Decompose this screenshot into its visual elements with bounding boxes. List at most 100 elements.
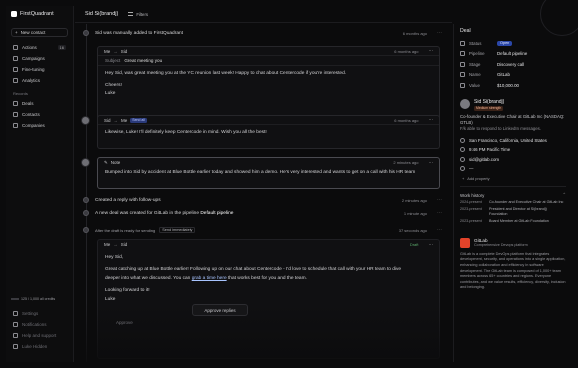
add-property-button[interactable]: + Add property bbox=[460, 174, 566, 184]
sidebar-item-help[interactable]: Help and support bbox=[10, 330, 70, 341]
work-history-title: Work history bbox=[460, 192, 485, 198]
email-body-line: Looking forward to it! bbox=[105, 288, 150, 293]
mail-icon bbox=[460, 156, 465, 162]
timeline-event: After the draft is ready for sending Sen… bbox=[83, 226, 442, 234]
subject-label: Subject bbox=[105, 58, 121, 63]
approve-replies-button[interactable]: Approve replies bbox=[192, 304, 248, 316]
chevron-up-icon: ⌃ bbox=[562, 192, 566, 198]
email-body-line: Great catching up at Blue Bottle earlier… bbox=[105, 267, 402, 272]
new-contact-button[interactable]: + New contact bbox=[11, 28, 68, 37]
event-time: 6 months ago bbox=[402, 30, 427, 36]
email-time: 6 months ago bbox=[394, 48, 419, 54]
user-icon bbox=[13, 112, 18, 117]
sidebar-item-actions[interactable]: Actions 16 bbox=[10, 42, 69, 53]
email-body-line: Hey Sid, bbox=[105, 255, 124, 260]
send-timing-select[interactable]: Send immediately bbox=[159, 227, 196, 233]
avatar-icon bbox=[13, 344, 18, 349]
deal-field-stage[interactable]: Stage Discovery call bbox=[460, 59, 566, 70]
status-icon bbox=[460, 40, 465, 46]
contact-header: Sid Si(brandj) Medium strength bbox=[460, 98, 566, 111]
contact-phone[interactable]: — bbox=[460, 164, 566, 174]
sidebar-item-label: Help and support bbox=[22, 333, 57, 338]
clock-icon bbox=[460, 147, 465, 153]
contact-name[interactable]: Sid Si(brandj) bbox=[474, 99, 504, 105]
email-from: Sid bbox=[104, 117, 111, 123]
more-icon[interactable]: ⋯ bbox=[429, 117, 434, 123]
work-role: President and Director at Si(brandj) Fou… bbox=[489, 206, 547, 216]
sidebar-item-settings[interactable]: Settings bbox=[10, 308, 70, 319]
sidebar-item-fine-tuning[interactable]: Fine-tuning bbox=[10, 64, 69, 75]
deal-field-name[interactable]: Name GitLab bbox=[460, 70, 566, 81]
contact-email[interactable]: sid@gitlab.com bbox=[460, 155, 566, 165]
deal-field-pipeline[interactable]: Pipeline Default pipeline bbox=[460, 49, 566, 60]
sidebar-item-label: Deals bbox=[22, 101, 34, 106]
field-key: Name bbox=[469, 72, 481, 78]
email-to: Me bbox=[121, 117, 128, 123]
sidebar-item-notifications[interactable]: Notifications bbox=[10, 319, 70, 330]
usage-bar bbox=[11, 298, 19, 300]
avatar bbox=[81, 116, 90, 125]
divider bbox=[460, 185, 566, 187]
avatar bbox=[460, 98, 470, 109]
chart-icon bbox=[13, 78, 18, 83]
records-heading: Records bbox=[13, 91, 28, 96]
work-role: Board Member at GitLab Foundation bbox=[489, 218, 549, 223]
timeline-event: Sid was manually added to FirstQuadrant … bbox=[83, 29, 442, 37]
email-subject: Subject Great meeting you bbox=[98, 56, 439, 66]
sidebar-item-user[interactable]: Luke Hidden bbox=[10, 341, 70, 352]
gitlab-logo-icon bbox=[460, 237, 470, 248]
more-icon[interactable]: ⋯ bbox=[429, 48, 434, 54]
more-icon[interactable]: ⋯ bbox=[437, 227, 442, 233]
approve-button[interactable]: Approve bbox=[116, 320, 133, 325]
company-header[interactable]: GitLab Comprehensive Devops platform bbox=[460, 237, 566, 248]
sidebar-item-companies[interactable]: Companies bbox=[10, 120, 69, 131]
note-card[interactable]: ✎ Note 2 minutes ago ⋯ Bumped into Sid b… bbox=[97, 157, 440, 189]
company-description: GitLab is a complete DevOps platform tha… bbox=[460, 251, 566, 290]
plus-icon: + bbox=[462, 176, 465, 182]
more-icon[interactable]: ⋯ bbox=[437, 197, 442, 203]
sidebar-item-label: Settings bbox=[22, 311, 39, 316]
add-property-label: Add property bbox=[467, 176, 490, 182]
gear-icon bbox=[13, 311, 18, 316]
filters-button[interactable]: Filters bbox=[128, 12, 148, 17]
work-history-row: 2023-present President and Director at S… bbox=[460, 207, 566, 217]
deal-field-value[interactable]: Value $10,000.00 bbox=[460, 80, 566, 91]
more-icon[interactable]: ⋯ bbox=[429, 242, 434, 248]
sidebar-item-campaigns[interactable]: Campaigns bbox=[10, 53, 69, 64]
email-card[interactable]: Sid → Me Send all 6 months ago ⋯ Likewis… bbox=[97, 115, 440, 149]
email-body-line: Hey Sid, was great meeting you at the YC… bbox=[105, 71, 347, 76]
page-title: Sid Si(brandj) bbox=[85, 11, 119, 17]
event-dot bbox=[83, 210, 89, 216]
field-value: $10,000.00 bbox=[497, 82, 519, 88]
more-icon[interactable]: ⋯ bbox=[437, 30, 442, 36]
note-icon: ✎ bbox=[104, 159, 108, 165]
event-time: 37 seconds ago bbox=[398, 227, 427, 233]
sidebar-item-deals[interactable]: Deals bbox=[10, 98, 69, 109]
event-dot bbox=[83, 30, 89, 36]
work-history-toggle[interactable]: Work history ⌃ bbox=[460, 191, 566, 200]
event-time: 2 minutes ago bbox=[401, 197, 427, 203]
sidebar-item-contacts[interactable]: Contacts bbox=[10, 109, 69, 120]
email-time: 6 months ago bbox=[394, 117, 419, 123]
email-card[interactable]: Me → Sid 6 months ago ⋯ Subject Great me… bbox=[97, 46, 440, 122]
work-years: 2024-present bbox=[460, 199, 482, 204]
field-key: Status bbox=[469, 40, 482, 46]
more-icon[interactable]: ⋯ bbox=[437, 210, 442, 216]
brand[interactable]: FirstQuadrant bbox=[6, 6, 73, 22]
deal-field-status[interactable]: Status Open bbox=[460, 38, 566, 49]
timeline-event: Created a reply with follow-ups 2 minute… bbox=[83, 196, 442, 204]
status-badge: Open bbox=[497, 40, 513, 46]
draft-email-card[interactable]: Me → Sid Draft ⋯ Hey Sid, Great catching… bbox=[97, 239, 440, 359]
sidebar-item-label: Actions bbox=[22, 45, 37, 50]
tag-icon bbox=[460, 72, 465, 78]
stage-icon bbox=[460, 61, 465, 67]
sidebar-item-analytics[interactable]: Analytics bbox=[10, 75, 69, 86]
schedule-link[interactable]: grab a time here bbox=[192, 276, 227, 281]
phone-icon bbox=[460, 166, 465, 172]
note-body: Bumped into Sid by accident at Blue Bott… bbox=[105, 170, 416, 175]
email-body-line: Cheers! bbox=[105, 82, 122, 88]
field-key: Pipeline bbox=[469, 51, 485, 57]
sidebar-item-label: Contacts bbox=[22, 112, 40, 117]
pipeline-link[interactable]: Default pipeline bbox=[200, 211, 233, 216]
more-icon[interactable]: ⋯ bbox=[429, 160, 434, 166]
